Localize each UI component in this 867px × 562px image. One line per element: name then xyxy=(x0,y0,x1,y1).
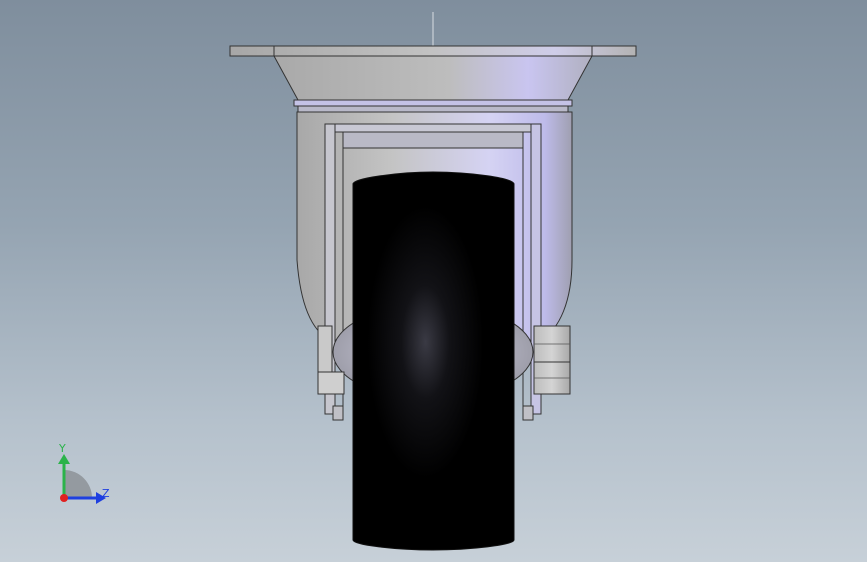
wheel-tire xyxy=(352,171,515,551)
caster-wheel-model[interactable] xyxy=(0,0,867,562)
axle-nut xyxy=(533,325,571,395)
y-axis-label: Y xyxy=(58,442,66,455)
graphics-viewport[interactable]: Y Z xyxy=(0,0,867,562)
swivel-housing xyxy=(273,55,593,113)
x-axis-dot xyxy=(60,494,68,502)
y-axis-arrow xyxy=(58,454,70,464)
coordinate-triad: Y Z xyxy=(58,442,110,504)
mounting-plate xyxy=(229,45,637,57)
z-axis-label: Z xyxy=(102,487,110,500)
triad-quadrant xyxy=(64,470,92,498)
